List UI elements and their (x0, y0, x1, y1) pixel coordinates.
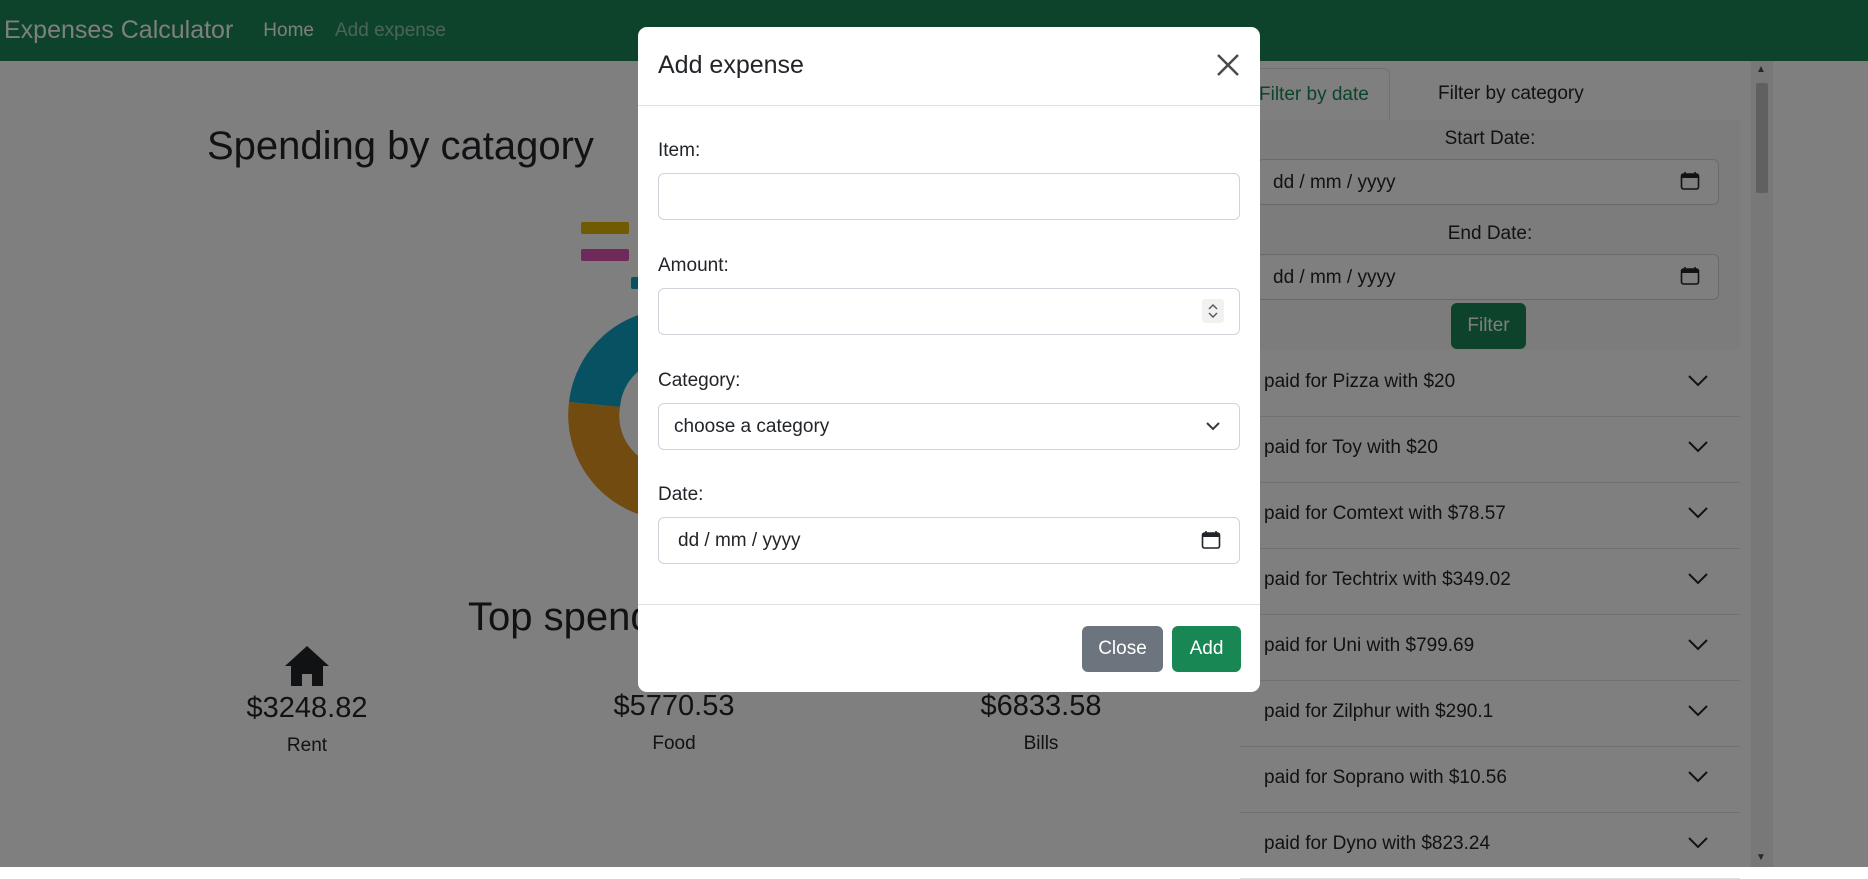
calendar-icon[interactable] (1201, 530, 1221, 550)
chevron-down-icon (1206, 422, 1220, 431)
item-input[interactable] (658, 173, 1240, 220)
category-select-value: choose a category (674, 416, 830, 437)
amount-input[interactable] (658, 288, 1240, 335)
category-select[interactable]: choose a category (658, 403, 1240, 450)
item-label: Item: (658, 140, 701, 161)
add-expense-modal: Add expense Item: Amount: Category: choo… (638, 27, 1260, 692)
date-placeholder: dd / mm / yyyy (678, 530, 801, 551)
close-icon[interactable] (1214, 51, 1242, 79)
date-input[interactable]: dd / mm / yyyy (658, 517, 1240, 564)
amount-label: Amount: (658, 255, 729, 276)
modal-title: Add expense (658, 51, 804, 79)
date-label: Date: (658, 484, 704, 505)
modal-header: Add expense (638, 27, 1260, 106)
add-button[interactable]: Add (1172, 626, 1241, 672)
spinner-arrows-icon[interactable] (1202, 299, 1224, 323)
number-spinner[interactable] (1202, 299, 1224, 323)
modal-footer: Close Add (638, 604, 1260, 692)
close-button[interactable]: Close (1082, 626, 1163, 672)
category-label: Category: (658, 370, 741, 391)
